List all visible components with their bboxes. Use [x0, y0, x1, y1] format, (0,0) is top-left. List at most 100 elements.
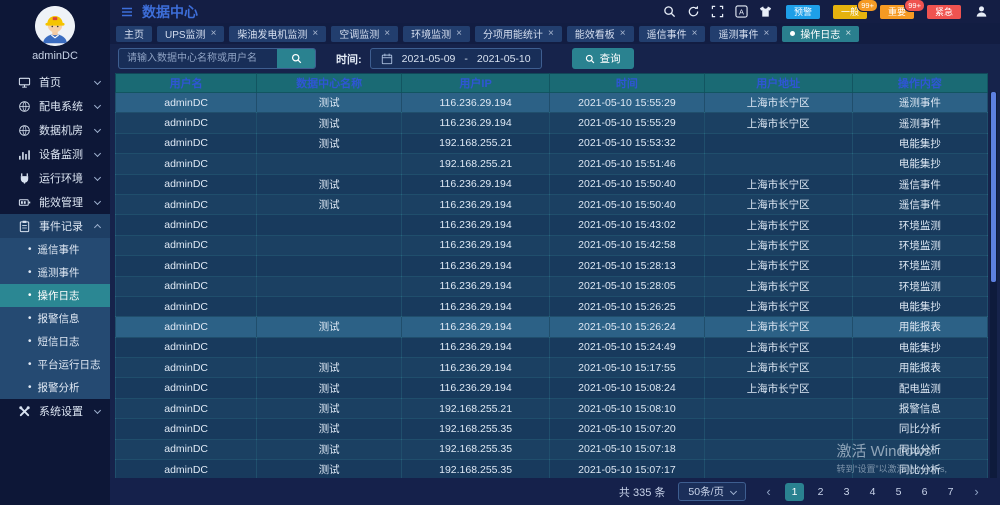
search-input[interactable] — [119, 49, 277, 68]
column-header-2[interactable]: 用户IP — [402, 74, 550, 93]
date-range-picker[interactable]: 2021-05-09 - 2021-05-10 — [370, 48, 542, 69]
alarm-badge-0[interactable]: 预警 — [786, 5, 820, 19]
sidebar-item-5[interactable]: 能效管理 — [0, 190, 110, 214]
column-header-1[interactable]: 数据中心名称 — [257, 74, 402, 93]
tab-0[interactable]: 主页 — [116, 26, 152, 42]
table-row[interactable]: adminDC116.236.29.1942021-05-10 15:28:05… — [116, 276, 988, 296]
scrollbar-thumb[interactable] — [991, 92, 996, 282]
sidebar-subitem-5[interactable]: •平台运行日志 — [0, 353, 110, 376]
table-row[interactable]: adminDC116.236.29.1942021-05-10 15:24:49… — [116, 337, 988, 357]
sidebar-subitem-label: 报警信息 — [38, 311, 80, 326]
refresh-icon[interactable] — [687, 5, 700, 18]
table-cell: 上海市长宁区 — [704, 296, 852, 316]
search-button[interactable] — [277, 49, 315, 68]
date-from[interactable]: 2021-05-09 — [402, 53, 456, 65]
table-row[interactable]: adminDC192.168.255.212021-05-10 15:51:46… — [116, 154, 988, 174]
table-row[interactable]: adminDC测试116.236.29.1942021-05-10 15:50:… — [116, 174, 988, 194]
table-cell: 遥测事件 — [852, 113, 987, 133]
sidebar-subitem-label: 报警分析 — [38, 380, 80, 395]
sidebar-nav: 首页配电系统数据机房设备监测运行环境能效管理事件记录•遥信事件•遥测事件•操作日… — [0, 70, 110, 423]
tab-2[interactable]: 柴油发电机监测× — [229, 26, 326, 42]
sidebar-subitem-4[interactable]: • 短信日志 — [0, 330, 110, 353]
alarm-badge-2[interactable]: 重要99+ — [880, 5, 914, 19]
table-row[interactable]: adminDC116.236.29.1942021-05-10 15:43:02… — [116, 215, 988, 235]
table-row[interactable]: adminDC116.236.29.1942021-05-10 15:28:13… — [116, 256, 988, 276]
vertical-scrollbar[interactable] — [990, 92, 997, 478]
sidebar-subitem-6[interactable]: •报警分析 — [0, 376, 110, 399]
tab-close-icon[interactable]: × — [456, 28, 462, 39]
sidebar-item-1[interactable]: 配电系统 — [0, 94, 110, 118]
table-row[interactable]: adminDC测试116.236.29.1942021-05-10 15:50:… — [116, 194, 988, 214]
table-row[interactable]: adminDC测试192.168.255.352021-05-10 15:07:… — [116, 460, 988, 478]
translate-icon[interactable]: A — [735, 5, 748, 18]
query-button[interactable]: 查询 — [572, 48, 634, 69]
tab-close-icon[interactable]: × — [211, 28, 217, 39]
tab-close-icon[interactable]: × — [692, 28, 698, 39]
search-icon[interactable] — [663, 5, 676, 18]
user-profile[interactable]: adminDC — [0, 0, 110, 70]
sidebar-subitem-label: 短信日志 — [38, 334, 80, 349]
table-row[interactable]: adminDC测试192.168.255.212021-05-10 15:53:… — [116, 133, 988, 153]
user-icon[interactable] — [975, 5, 988, 18]
tab-7[interactable]: 遥信事件× — [639, 26, 706, 42]
tab-9[interactable]: 操作日志× — [782, 26, 859, 42]
next-page-button[interactable]: › — [967, 483, 986, 501]
sidebar-subitem-0[interactable]: •遥信事件 — [0, 238, 110, 261]
date-to[interactable]: 2021-05-10 — [477, 53, 531, 65]
page-button-6[interactable]: 6 — [915, 483, 934, 501]
column-header-5[interactable]: 操作内容 — [852, 74, 987, 93]
column-header-4[interactable]: 用户地址 — [704, 74, 852, 93]
total-count: 共 335 条 — [619, 484, 665, 500]
column-header-0[interactable]: 用户名 — [116, 74, 257, 93]
table-row[interactable]: adminDC测试192.168.255.352021-05-10 15:07:… — [116, 439, 988, 459]
tab-8[interactable]: 遥测事件× — [710, 26, 777, 42]
page-button-2[interactable]: 2 — [811, 483, 830, 501]
table-row[interactable]: adminDC测试192.168.255.212021-05-10 15:08:… — [116, 398, 988, 418]
tab-1[interactable]: UPS监测× — [157, 26, 224, 42]
alarm-badge-3[interactable]: 紧急 — [927, 5, 961, 19]
sidebar-item-6[interactable]: 事件记录 — [0, 214, 110, 238]
tab-close-icon[interactable]: × — [763, 28, 769, 39]
table-row[interactable]: adminDC测试116.236.29.1942021-05-10 15:26:… — [116, 317, 988, 337]
table-cell: 192.168.255.35 — [402, 419, 550, 439]
fullscreen-icon[interactable] — [711, 5, 724, 18]
tab-close-icon[interactable]: × — [312, 28, 318, 39]
page-button-5[interactable]: 5 — [889, 483, 908, 501]
sidebar-item-0[interactable]: 首页 — [0, 70, 110, 94]
prev-page-button[interactable]: ‹ — [759, 483, 778, 501]
theme-skin-icon[interactable] — [759, 5, 772, 18]
sidebar-subitem-1[interactable]: •遥测事件 — [0, 261, 110, 284]
tab-3[interactable]: 空调监测× — [331, 26, 398, 42]
page-button-4[interactable]: 4 — [863, 483, 882, 501]
table-row[interactable]: adminDC116.236.29.1942021-05-10 15:42:58… — [116, 235, 988, 255]
table-row[interactable]: adminDC116.236.29.1942021-05-10 15:26:25… — [116, 296, 988, 316]
sidebar-subitem-2[interactable]: •操作日志 — [0, 284, 110, 307]
tab-close-icon[interactable]: × — [845, 28, 851, 39]
alarm-badge-1[interactable]: 一般99+ — [833, 5, 867, 19]
page-button-7[interactable]: 7 — [941, 483, 960, 501]
table-row[interactable]: adminDC测试192.168.255.352021-05-10 15:07:… — [116, 419, 988, 439]
sidebar-subitem-3[interactable]: •报警信息 — [0, 307, 110, 330]
bullet-icon: • — [28, 336, 32, 347]
tab-4[interactable]: 环境监测× — [403, 26, 470, 42]
tab-close-icon[interactable]: × — [548, 28, 554, 39]
table-row[interactable]: adminDC测试116.236.29.1942021-05-10 15:08:… — [116, 378, 988, 398]
table-cell: 遥信事件 — [852, 174, 987, 194]
badge-label: 重要 — [888, 7, 906, 17]
tab-6[interactable]: 能效看板× — [567, 26, 634, 42]
page-button-1[interactable]: 1 — [785, 483, 804, 501]
sidebar-item-3[interactable]: 设备监测 — [0, 142, 110, 166]
column-header-3[interactable]: 时间 — [550, 74, 704, 93]
sidebar-item-4[interactable]: 运行环境 — [0, 166, 110, 190]
table-row[interactable]: adminDC测试116.236.29.1942021-05-10 15:17:… — [116, 358, 988, 378]
tab-close-icon[interactable]: × — [620, 28, 626, 39]
sidebar-item-2[interactable]: 数据机房 — [0, 118, 110, 142]
page-button-3[interactable]: 3 — [837, 483, 856, 501]
sidebar-item-7[interactable]: 系统设置 — [0, 399, 110, 423]
table-row[interactable]: adminDC测试116.236.29.1942021-05-10 15:55:… — [116, 113, 988, 133]
tab-5[interactable]: 分项用能统计× — [475, 26, 562, 42]
page-size-select[interactable]: 50条/页 — [678, 482, 746, 501]
tab-close-icon[interactable]: × — [384, 28, 390, 39]
table-row[interactable]: adminDC测试116.236.29.1942021-05-10 15:55:… — [116, 93, 988, 113]
menu-toggle-icon[interactable] — [120, 5, 134, 19]
